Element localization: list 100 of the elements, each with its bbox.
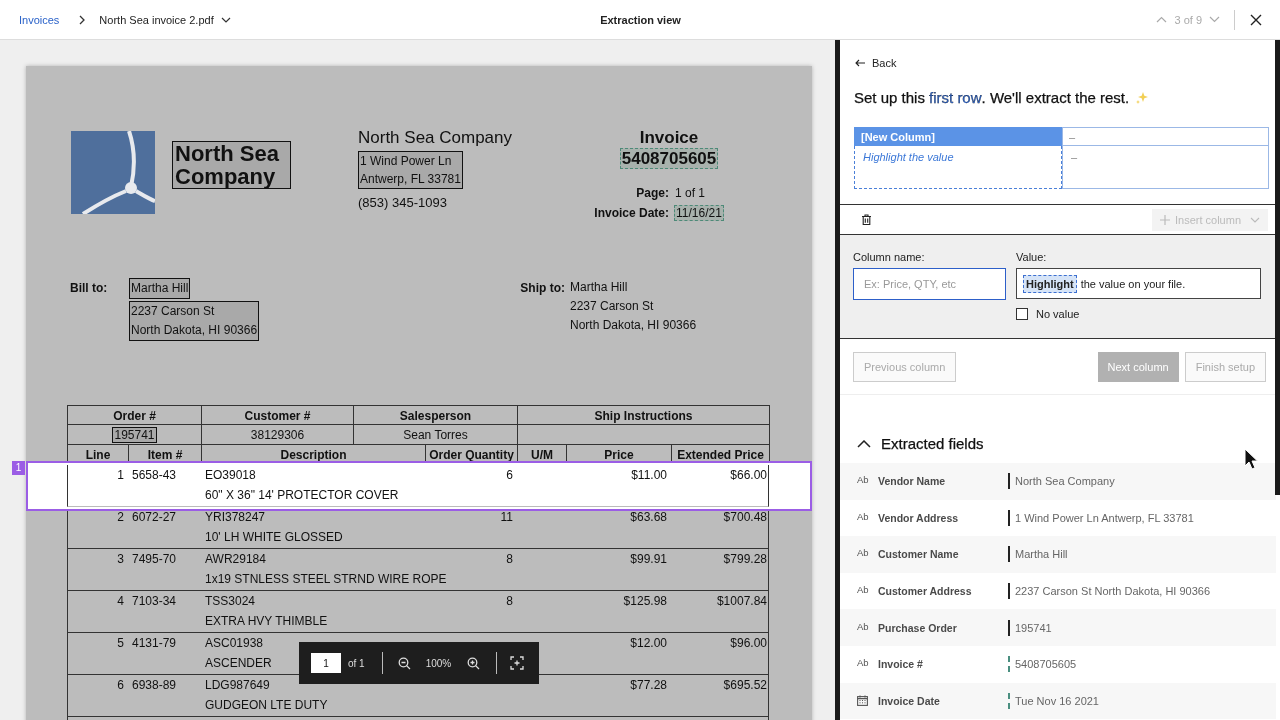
sparkle-icon [1135,91,1150,105]
table-cell: 195741 [112,427,157,443]
column-header: Customer # [202,405,354,425]
table-cell-text: $125.98 [622,593,668,610]
table-row[interactable]: 3 7495-70 AWR29184 8 $99.91 $799.28 1x19 STNLESS STEEL STRND WIRE ROPE [67,549,769,591]
vendor-name: North Sea Company [358,128,514,148]
file-menu-button[interactable]: North Sea invoice 2.pdf [99,13,231,26]
field-label: Vendor Name [878,475,947,488]
section-title: Extracted fields [881,435,984,452]
collapse-button[interactable] [857,439,871,448]
text-type-icon: Ab [857,657,869,669]
no-value-checkbox[interactable] [1016,308,1028,320]
address-text: Martha Hill 2237 Carson St North Dakota, HI 90366 [569,279,698,334]
setup-heading: Set up this first row. We'll extract the rest. [854,88,1150,108]
table-cell-text: 8 [505,551,514,568]
caret-icon [1250,216,1260,223]
value-field[interactable]: Highlight the value on your file. [1016,268,1261,299]
table-cell-text: 6 [505,467,514,484]
table-cell-text: 4131-79 [131,635,178,652]
column-header[interactable]: – [1062,127,1269,146]
field-value: North Sea Company [1015,475,1115,488]
field-row[interactable]: Ab Purchase Order 195741 [840,609,1276,646]
zoom-in-icon [467,656,481,670]
invoice-title: Invoice [638,128,700,148]
page-input[interactable]: 1 [311,653,341,673]
field-row[interactable]: Ab Invoice # 5408705605 [840,645,1276,683]
field-value: 11/16/21 [674,205,724,221]
table-cell: – [1062,146,1269,189]
highlight-chip: Highlight [1023,274,1077,293]
table-cell-text: $77.28 [629,677,668,694]
zoom-out-icon [397,656,411,670]
table-cell-text: GUDGEON LTE DUTY [204,697,328,714]
zoom-level: 100% [425,657,452,669]
arrow-left-icon [855,59,865,67]
table-row[interactable]: 4 7103-34 TSS3024 8 $125.98 $1007.84 EXTRA HVY THIMBLE [67,591,769,633]
field-value: 1 of 1 [674,186,707,200]
window-title: Extraction view [600,13,681,26]
address-text: 2237 Carson St North Dakota, HI 90366 [129,301,260,341]
text-type-icon: Ab [857,510,869,522]
ship-to-label: Ship to: [519,280,565,297]
text-type-icon: Ab [857,474,869,486]
table-cell-text: 5 [116,635,125,652]
field-row[interactable]: Invoice Date Tue Nov 16 2021 [840,682,1276,720]
caret-icon [220,16,231,23]
table-cell-text: 3 [116,551,125,568]
text-type-icon: Ab [857,584,869,596]
close-icon [1250,13,1262,26]
table-cell-text: EXTRA HVY THIMBLE [204,613,328,630]
fit-to-page-icon [510,656,525,670]
field-value: 5408705605 [1015,658,1077,671]
back-button[interactable]: Back [855,57,897,69]
page-count: of 1 [348,657,365,669]
field-value: 195741 [1015,621,1052,634]
column-name-field[interactable]: Ex: Price, QTY, etc [853,268,1006,300]
position-counter: 3 of 9 [1174,13,1202,26]
field-row[interactable]: Ab Customer Name Martha Hill [840,536,1276,573]
cursor-icon [1244,448,1258,470]
fit-page-button[interactable] [510,656,525,670]
field-label: Customer Address [878,585,973,598]
breadcrumb-link[interactable]: Invoices [19,13,60,26]
table-cell-text: 5658-43 [131,467,178,484]
address-text: Martha Hill [129,278,191,299]
table-cell-text: 7103-34 [131,593,178,610]
table-cell-text: EO39018 [204,467,257,484]
field-value: 2237 Carson St North Dakota, HI 90366 [1015,585,1211,598]
field-label: Invoice Date: [593,206,669,220]
table-cell: 38129306 [250,428,305,442]
chevron-right-icon [79,14,86,25]
field-value: Tue Nov 16 2021 [1015,694,1099,707]
table-cell-text: $695.52 [722,677,768,694]
table-cell-text: 8 [505,593,514,610]
table-cell-text: LDG987649 [204,677,271,694]
table-cell-text: 11 [499,509,514,526]
table-cell-text: 1x19 STNLESS STEEL STRND WIRE ROPE [204,571,447,588]
close-button[interactable] [1250,13,1262,26]
table-cell-text: TSS3024 [204,593,257,610]
table-cell-text: $63.68 [629,509,668,526]
value-hint: the value on your file. [1080,277,1186,290]
table-cell-text: 6938-89 [131,677,178,694]
turbine-logo-icon [71,131,155,214]
field-row[interactable]: Ab Vendor Name North Sea Company [840,463,1276,500]
table-cell-text: 7495-70 [131,551,178,568]
column-header: Order # [68,405,202,425]
zoom-out-button[interactable] [397,656,411,670]
field-row[interactable]: Ab Customer Address 2237 Carson St North Dakota, HI 90366 [840,572,1276,610]
chevron-down-icon [1209,16,1220,23]
company-name: North Sea Company [172,141,291,189]
zoom-in-button[interactable] [467,656,481,670]
field-label: Customer Name [878,548,960,561]
table-cell-text: $799.28 [722,551,768,568]
text-type-icon: Ab [857,547,869,559]
table-cell-text: 4 [116,593,125,610]
table-cell-text: $66.00 [729,467,768,484]
field-label: Page: [635,186,669,200]
field-row[interactable]: Ab Vendor Address 1 Wind Power Ln Antwerp, FL 33781 [840,499,1276,537]
field-label: Vendor Address [878,511,960,524]
checkbox-label: No value [1036,308,1080,320]
chevron-up-icon [1156,16,1168,23]
table-cell-text: ASC01938 [204,635,265,652]
delete-button[interactable] [862,214,871,225]
